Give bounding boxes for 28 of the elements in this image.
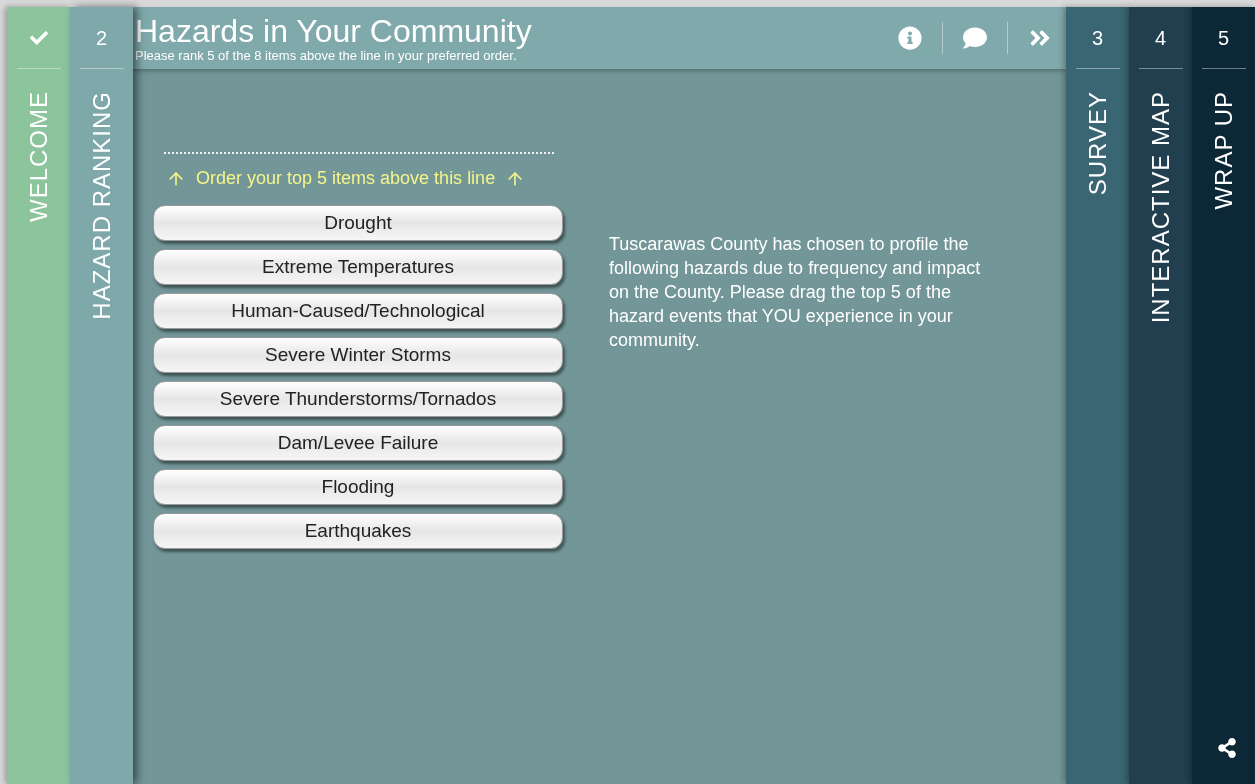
share-icon[interactable] [1217, 738, 1237, 758]
step-number: 3 [1091, 25, 1104, 51]
hazard-item[interactable]: Severe Winter Storms [153, 337, 563, 373]
instruction-text: Order your top 5 items above this line [196, 167, 496, 190]
comment-icon[interactable] [963, 26, 987, 50]
step-label: WRAP UP [1208, 91, 1238, 210]
step-number: 5 [1217, 25, 1230, 51]
info-icon[interactable] [898, 26, 922, 50]
step-label: WELCOME [23, 91, 53, 222]
step-number: 2 [95, 25, 108, 51]
hazard-item[interactable]: Extreme Temperatures [153, 249, 563, 285]
hazard-item[interactable]: Earthquakes [153, 513, 563, 549]
page-title: Hazards in Your Community [135, 13, 533, 48]
check-icon [29, 28, 48, 47]
hazard-item[interactable]: Flooding [153, 469, 563, 505]
description-text: Tuscarawas County has chosen to profile the following hazards due to frequency and impact on the County. Please drag the top 5 of the hazard events that YOU experience in your community. [609, 233, 982, 352]
page-subtitle: Please rank 5 of the 8 items above the line in your preferred order. [135, 47, 517, 63]
step-tab[interactable]: 4 INTERACTIVE MAP [1129, 7, 1192, 784]
step-label: SURVEY [1082, 91, 1112, 196]
step-label: HAZARD RANKING [86, 91, 116, 320]
hazard-item[interactable]: Drought [153, 205, 563, 241]
step-tab[interactable]: 3 SURVEY [1066, 7, 1129, 784]
hazard-item[interactable]: Human-Caused/Technological [153, 293, 563, 329]
step-number: 4 [1154, 25, 1167, 51]
hazard-item[interactable]: Dam/Levee Failure [153, 425, 563, 461]
hazard-item[interactable]: Severe Thunderstorms/Tornados [153, 381, 563, 417]
step-label: INTERACTIVE MAP [1145, 91, 1175, 324]
step-tab[interactable]: 5 WRAP UP [1192, 7, 1255, 784]
